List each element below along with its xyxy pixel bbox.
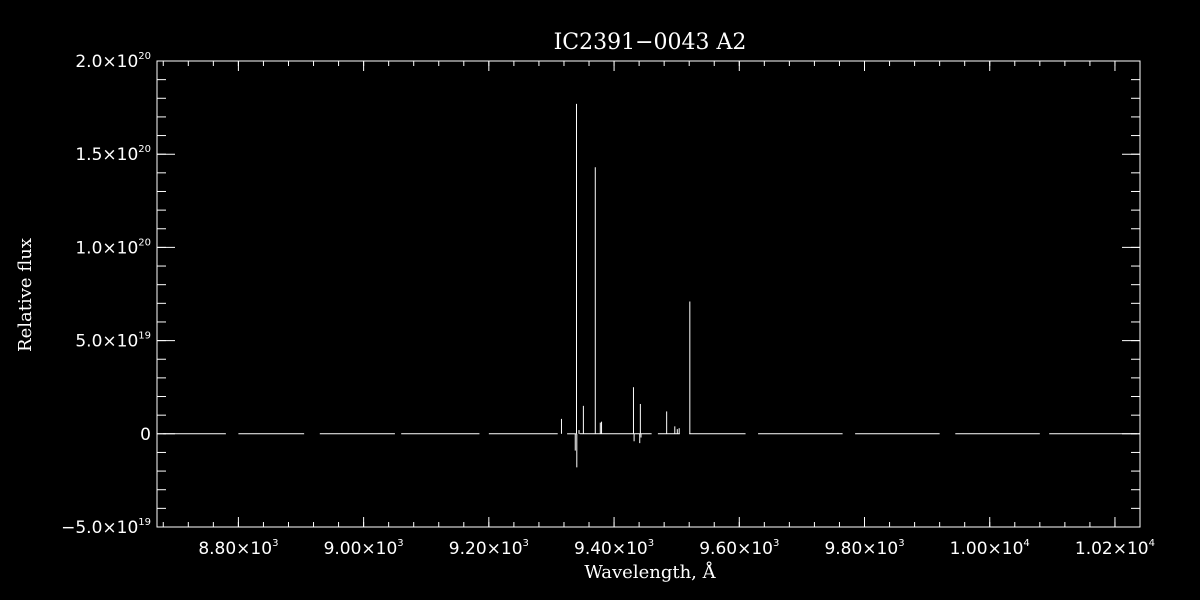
y-tick-label-mantissa: 1.0×10 [75, 238, 138, 258]
x-tick-label: 9.80×103 [824, 538, 904, 559]
chart-background [0, 0, 1200, 600]
x-tick-label-exponent: 3 [898, 538, 904, 549]
x-tick-label-exponent: 3 [523, 538, 529, 549]
spectrum-chart: IC2391−0043 A2 Wavelength, Å Relative fl… [0, 0, 1200, 600]
x-tick-label-mantissa: 9.20×10 [449, 539, 523, 559]
y-tick-label-mantissa: −5.0×10 [61, 518, 138, 538]
x-tick-label-mantissa: 9.60×10 [699, 539, 773, 559]
x-axis-label: Wavelength, Å [584, 561, 716, 583]
y-tick-label-mantissa: 0 [140, 425, 151, 445]
y-tick-label-exponent: 20 [138, 237, 151, 248]
x-tick-label-exponent: 3 [648, 538, 654, 549]
y-tick-label-exponent: 19 [138, 331, 151, 342]
y-tick-label-exponent: 19 [138, 517, 151, 528]
y-tick-label-exponent: 20 [138, 51, 151, 62]
x-tick-label-mantissa: 1.02×10 [1075, 539, 1149, 559]
x-tick-label: 1.00×104 [950, 538, 1030, 559]
x-tick-label-mantissa: 9.00×10 [324, 539, 398, 559]
x-tick-label-mantissa: 9.40×10 [574, 539, 648, 559]
x-tick-label: 9.60×103 [699, 538, 779, 559]
y-tick-label-mantissa: 2.0×10 [75, 52, 138, 72]
x-tick-label-exponent: 4 [1023, 538, 1029, 549]
x-tick-label-mantissa: 8.80×10 [198, 539, 272, 559]
x-tick-label-exponent: 3 [397, 538, 403, 549]
y-tick-label: −5.0×1019 [61, 517, 151, 538]
x-tick-label-mantissa: 1.00×10 [950, 539, 1024, 559]
chart-title: IC2391−0043 A2 [554, 30, 747, 55]
x-tick-label: 9.40×103 [574, 538, 654, 559]
x-tick-label: 1.02×104 [1075, 538, 1155, 559]
x-tick-label-exponent: 3 [773, 538, 779, 549]
x-tick-label: 9.00×103 [324, 538, 404, 559]
y-tick-label-exponent: 20 [138, 144, 151, 155]
y-tick-label-mantissa: 1.5×10 [75, 145, 138, 165]
x-tick-label-exponent: 4 [1149, 538, 1155, 549]
y-tick-label: 0 [140, 425, 151, 445]
x-tick-label-mantissa: 9.80×10 [824, 539, 898, 559]
x-tick-label: 9.20×103 [449, 538, 529, 559]
y-axis-label: Relative flux [15, 238, 36, 352]
y-tick-label-mantissa: 5.0×10 [75, 332, 138, 352]
x-tick-label: 8.80×103 [198, 538, 278, 559]
x-tick-label-exponent: 3 [272, 538, 278, 549]
